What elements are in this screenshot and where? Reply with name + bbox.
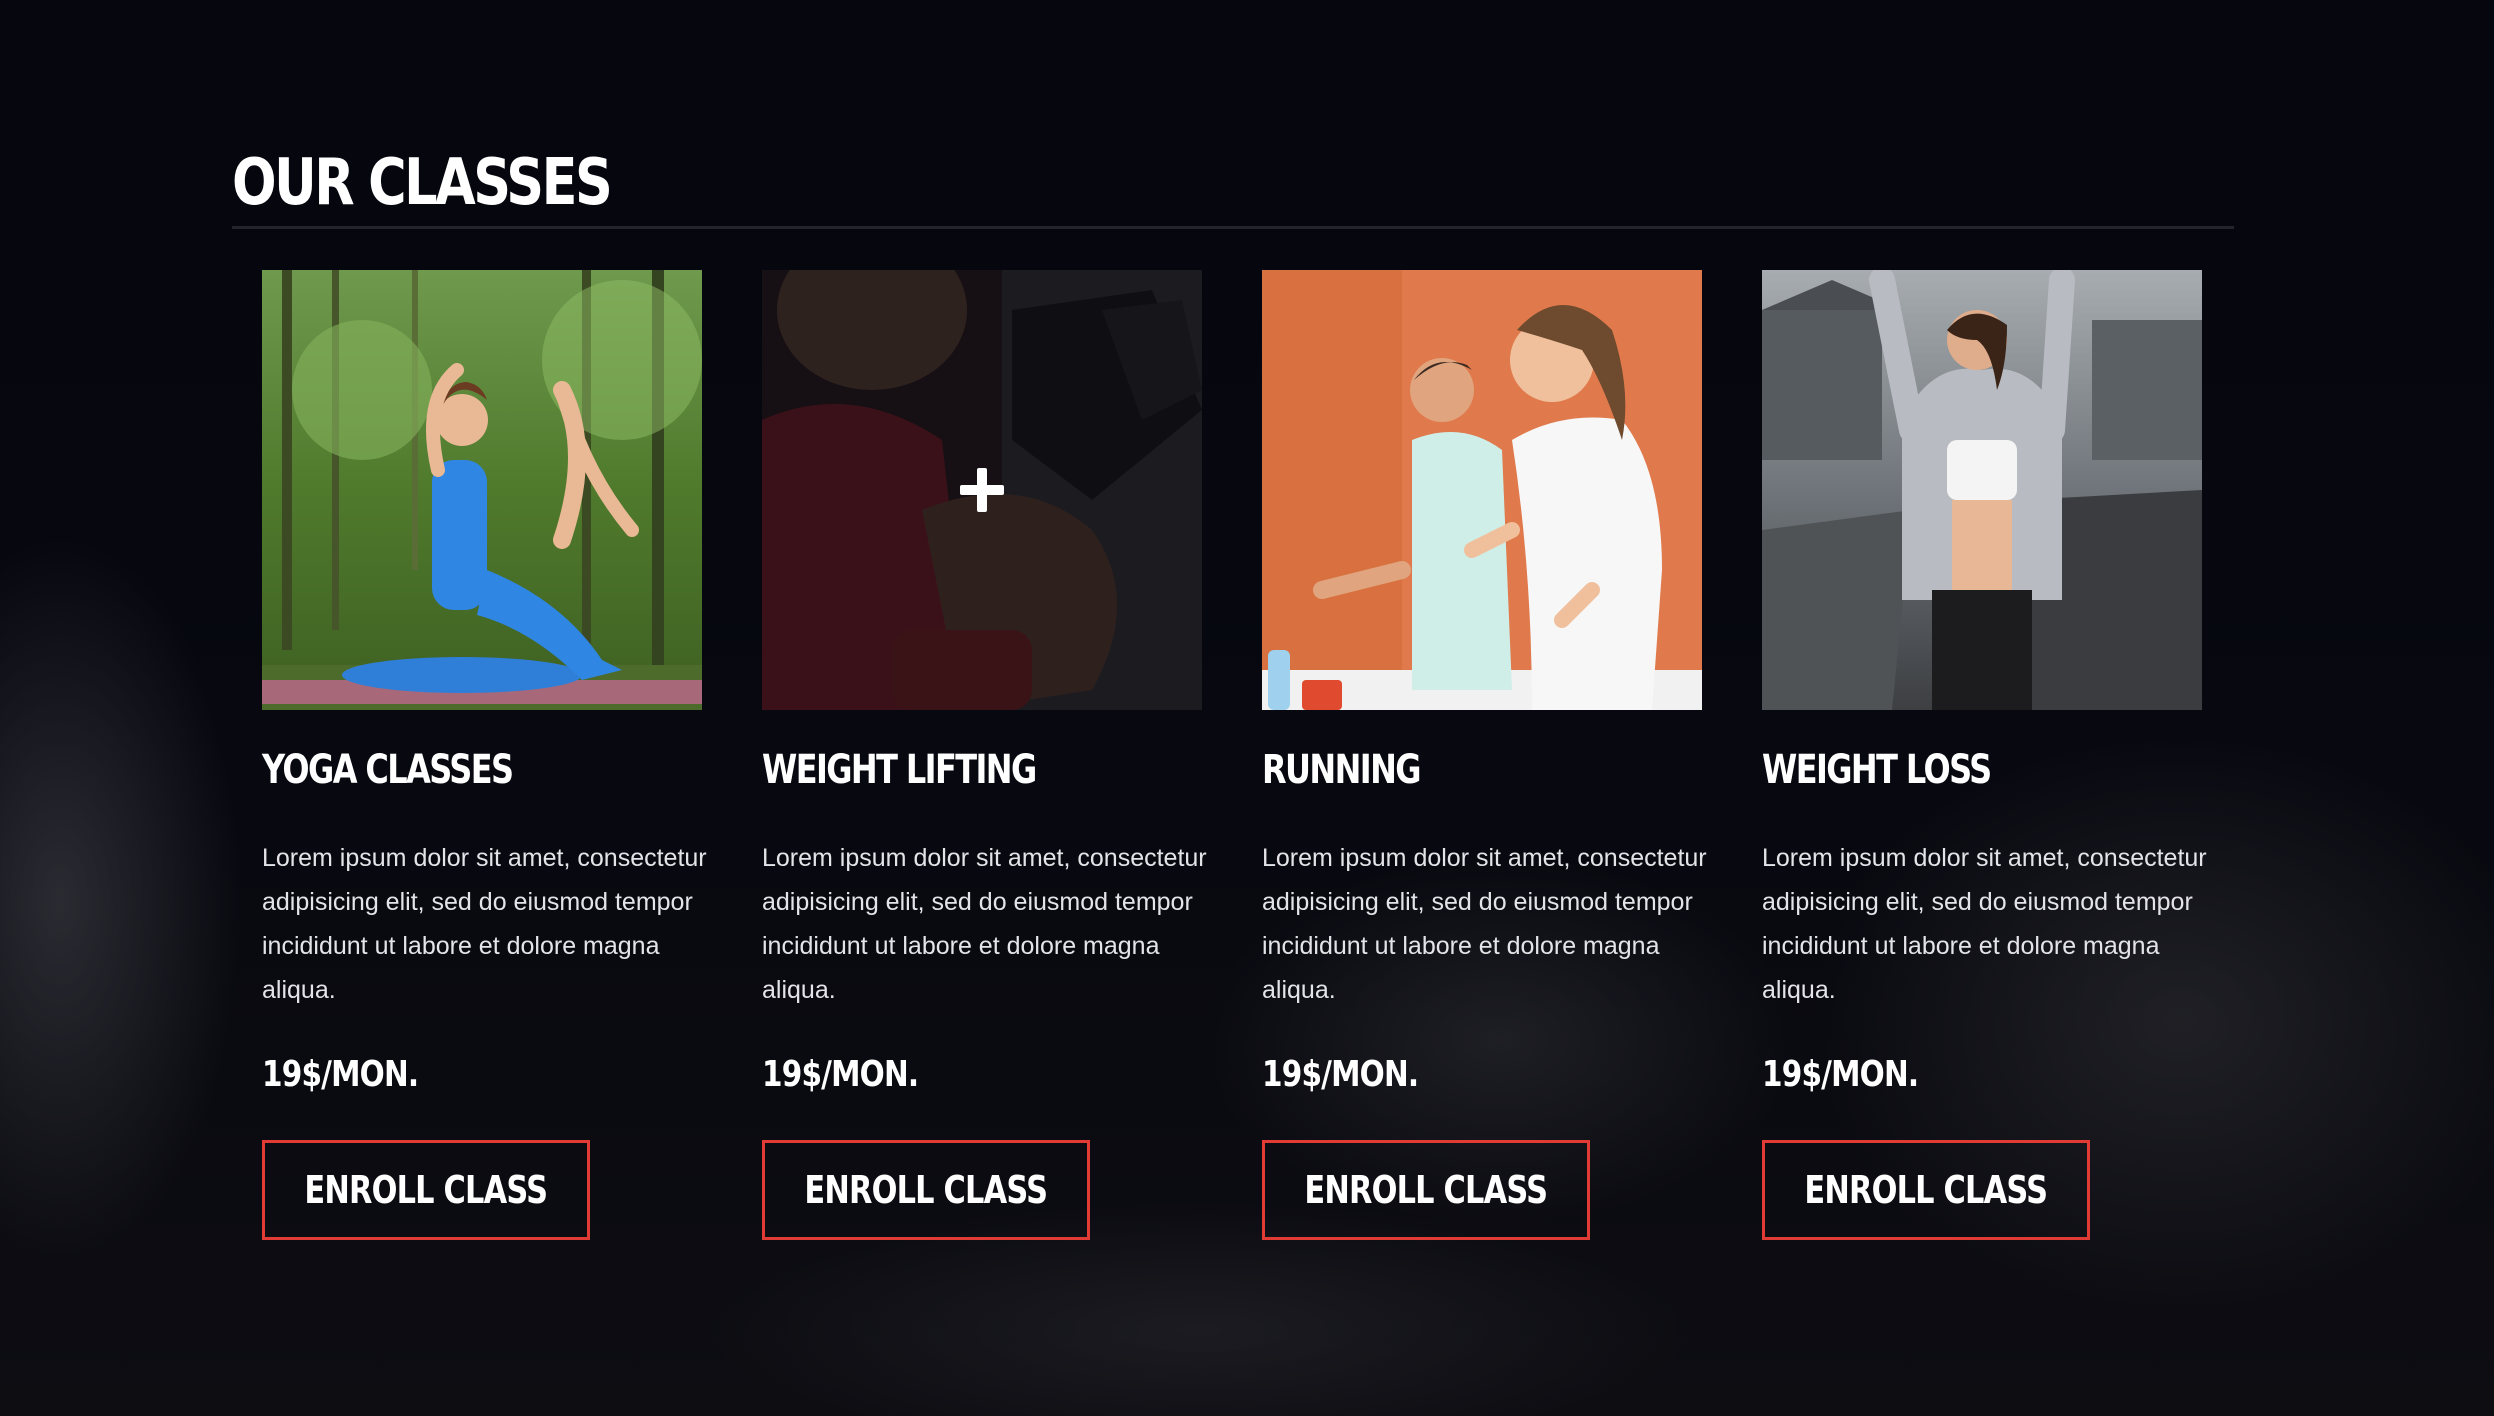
title-divider <box>232 226 2234 229</box>
class-card-yoga: YOGA CLASSES Lorem ipsum dolor sit amet,… <box>262 270 707 1250</box>
class-card-running: RUNNING Lorem ipsum dolor sit amet, cons… <box>1262 270 1707 1250</box>
section-title: OUR CLASSES <box>232 146 613 220</box>
weight-loss-photo-image <box>1762 270 2202 710</box>
class-card-weight-loss: WEIGHT LOSS Lorem ipsum dolor sit amet, … <box>1762 270 2207 1250</box>
class-price: 19$/MON. <box>1762 1054 1919 1095</box>
class-card-weight-lifting: WEIGHT LIFTING Lorem ipsum dolor sit ame… <box>762 270 1207 1250</box>
enroll-class-button[interactable]: ENROLL CLASS <box>762 1140 1090 1240</box>
enroll-class-button-label: ENROLL CLASS <box>1304 1168 1549 1212</box>
class-price: 19$/MON. <box>1262 1054 1419 1095</box>
class-list: YOGA CLASSES Lorem ipsum dolor sit amet,… <box>262 270 2207 1270</box>
class-title: YOGA CLASSES <box>262 747 514 793</box>
class-description: Lorem ipsum dolor sit amet, consectetur … <box>262 844 707 1004</box>
class-title: WEIGHT LOSS <box>1762 747 1992 793</box>
running-photo[interactable] <box>1262 270 1702 710</box>
weight-loss-photo[interactable] <box>1762 270 2202 710</box>
enroll-class-button-label: ENROLL CLASS <box>304 1168 549 1212</box>
yoga-photo-image <box>262 270 702 710</box>
class-title: WEIGHT LIFTING <box>762 747 1037 793</box>
enroll-class-button-label: ENROLL CLASS <box>804 1168 1049 1212</box>
class-title: RUNNING <box>1262 747 1422 793</box>
plus-icon[interactable] <box>960 468 1004 512</box>
class-price: 19$/MON. <box>762 1054 919 1095</box>
enroll-class-button-label: ENROLL CLASS <box>1804 1168 2049 1212</box>
enroll-class-button[interactable]: ENROLL CLASS <box>1762 1140 2090 1240</box>
yoga-photo[interactable] <box>262 270 702 710</box>
class-description: Lorem ipsum dolor sit amet, consectetur … <box>1262 844 1707 1004</box>
enroll-class-button[interactable]: ENROLL CLASS <box>1262 1140 1590 1240</box>
class-description: Lorem ipsum dolor sit amet, consectetur … <box>1762 844 2207 1004</box>
running-photo-image <box>1262 270 1702 710</box>
class-description: Lorem ipsum dolor sit amet, consectetur … <box>762 844 1207 1004</box>
enroll-class-button[interactable]: ENROLL CLASS <box>262 1140 590 1240</box>
class-price: 19$/MON. <box>262 1054 419 1095</box>
weight-lifting-photo[interactable] <box>762 270 1202 710</box>
